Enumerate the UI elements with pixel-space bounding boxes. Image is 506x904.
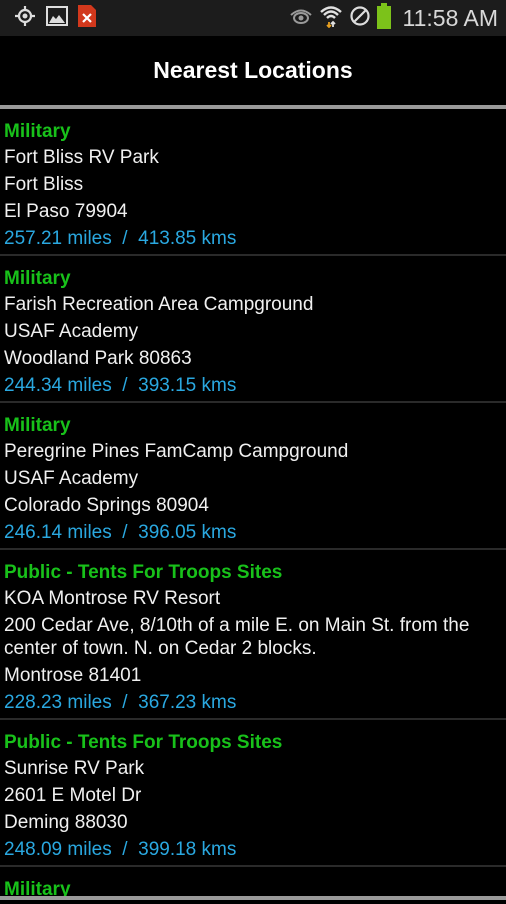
location-category: Military [4, 415, 71, 436]
location-address: Fort Bliss [4, 174, 84, 195]
distance-miles: 244.34 miles [4, 375, 112, 396]
distance-separator: / [111, 228, 139, 249]
list-item[interactable]: Military Fort Bliss RV Park Fort Bliss E… [0, 109, 506, 256]
distance-kms: 393.15 kms [138, 375, 237, 396]
location-distance: 244.34 miles / 393.15 kms [4, 372, 502, 399]
location-distance: 228.23 miles / 367.23 kms [4, 689, 502, 716]
location-address: 2601 E Motel Dr [4, 785, 142, 806]
location-category: Military [4, 268, 71, 289]
distance-miles: 228.23 miles [4, 692, 112, 713]
location-city: Montrose 81401 [4, 665, 142, 686]
list-item[interactable]: Military Peregrine Pines FamCamp Campgro… [0, 403, 506, 550]
location-address: USAF Academy [4, 468, 139, 489]
distance-kms: 399.18 kms [138, 839, 237, 860]
blocked-icon [349, 5, 371, 32]
location-distance: 257.21 miles / 413.85 kms [4, 225, 502, 252]
location-address: USAF Academy [4, 321, 139, 342]
location-category: Public - Tents For Troops Sites [4, 732, 283, 753]
battery-icon [376, 2, 391, 34]
bottom-edge [0, 896, 506, 900]
eye-icon [289, 7, 313, 30]
location-city: Deming 88030 [4, 812, 128, 833]
image-icon [46, 5, 68, 31]
list-item[interactable]: Military Farish Recreation Area Campgrou… [0, 256, 506, 403]
distance-kms: 367.23 kms [138, 692, 237, 713]
distance-miles: 257.21 miles [4, 228, 112, 249]
location-city: El Paso 79904 [4, 201, 128, 222]
location-city: Woodland Park 80863 [4, 348, 192, 369]
location-address: 200 Cedar Ave, 8/10th of a mile E. on Ma… [4, 615, 470, 659]
location-category: Public - Tents For Troops Sites [4, 562, 283, 583]
location-name: Farish Recreation Area Campground [4, 294, 314, 315]
location-name: Peregrine Pines FamCamp Campground [4, 441, 349, 462]
location-distance: 248.09 miles / 399.18 kms [4, 836, 502, 863]
location-distance: 246.14 miles / 396.05 kms [4, 519, 502, 546]
status-bar: 11:58 AM [0, 0, 506, 36]
locations-list[interactable]: Military Fort Bliss RV Park Fort Bliss E… [0, 109, 506, 904]
wifi-icon [319, 4, 343, 33]
location-name: Fort Bliss RV Park [4, 147, 159, 168]
page-title: Nearest Locations [153, 57, 353, 83]
location-name: Sunrise RV Park [4, 758, 145, 779]
gps-icon [14, 5, 36, 32]
distance-kms: 413.85 kms [138, 228, 237, 249]
list-item[interactable]: Public - Tents For Troops Sites KOA Mont… [0, 550, 506, 720]
distance-separator: / [111, 522, 139, 543]
distance-separator: / [111, 839, 139, 860]
location-category: Military [4, 121, 71, 142]
list-item[interactable]: Public - Tents For Troops Sites Sunrise … [0, 720, 506, 867]
distance-kms: 396.05 kms [138, 522, 237, 543]
location-name: KOA Montrose RV Resort [4, 588, 221, 609]
distance-separator: / [111, 692, 139, 713]
action-bar: Nearest Locations [0, 36, 506, 105]
distance-miles: 246.14 miles [4, 522, 112, 543]
distance-separator: / [111, 375, 139, 396]
location-city: Colorado Springs 80904 [4, 495, 209, 516]
distance-miles: 248.09 miles [4, 839, 112, 860]
status-clock: 11:58 AM [402, 4, 498, 31]
app-notification-icon [78, 4, 96, 32]
